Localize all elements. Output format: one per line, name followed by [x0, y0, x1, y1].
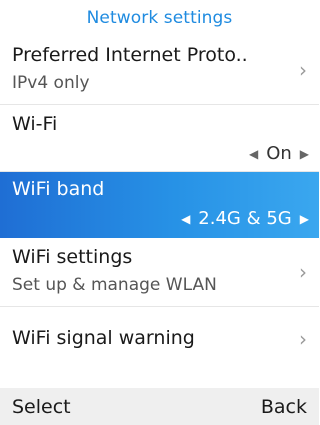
chevron-right-icon: › — [299, 260, 307, 284]
list-item-title: WiFi band — [12, 178, 105, 200]
list-item-title: WiFi settings — [12, 246, 133, 268]
list-item-title: WiFi signal warning — [12, 327, 195, 349]
back-softkey[interactable]: Back — [261, 396, 307, 418]
chevron-right-icon: › — [299, 58, 307, 82]
wifi-toggle-selector[interactable]: ◀ On ▶ — [249, 143, 309, 164]
wifi-band-value: 2.4G & 5G — [198, 208, 292, 229]
list-item-title: Preferred Internet Proto.. — [12, 44, 248, 66]
screen: Network settings Preferred Internet Prot… — [0, 0, 319, 425]
wifi-band-selector[interactable]: ◀ 2.4G & 5G ▶ — [181, 208, 309, 229]
list-item-subtitle: Set up & manage WLAN — [12, 275, 217, 295]
wifi-value: On — [266, 143, 292, 164]
right-arrow-icon[interactable]: ▶ — [300, 213, 309, 225]
list-item-wifi[interactable]: Wi-Fi ◀ On ▶ — [0, 105, 319, 171]
select-softkey[interactable]: Select — [12, 396, 71, 418]
list-item-wifi-band[interactable]: WiFi band ◀ 2.4G & 5G ▶ — [0, 172, 319, 238]
list-item-wifi-signal-warning[interactable]: WiFi signal warning › — [0, 307, 319, 373]
list-item-wifi-settings[interactable]: WiFi settings Set up & manage WLAN › — [0, 238, 319, 306]
header: Network settings — [0, 0, 319, 38]
list-item-subtitle: IPv4 only — [12, 73, 90, 93]
right-arrow-icon[interactable]: ▶ — [300, 148, 309, 160]
list-item-preferred-internet-protocol[interactable]: Preferred Internet Proto.. IPv4 only › — [0, 38, 319, 104]
left-arrow-icon[interactable]: ◀ — [249, 148, 258, 160]
chevron-right-icon: › — [299, 327, 307, 351]
list-item-title: Wi-Fi — [12, 113, 58, 135]
left-arrow-icon[interactable]: ◀ — [181, 213, 190, 225]
page-title: Network settings — [86, 8, 233, 28]
softkey-bar: Select Back — [0, 388, 319, 425]
